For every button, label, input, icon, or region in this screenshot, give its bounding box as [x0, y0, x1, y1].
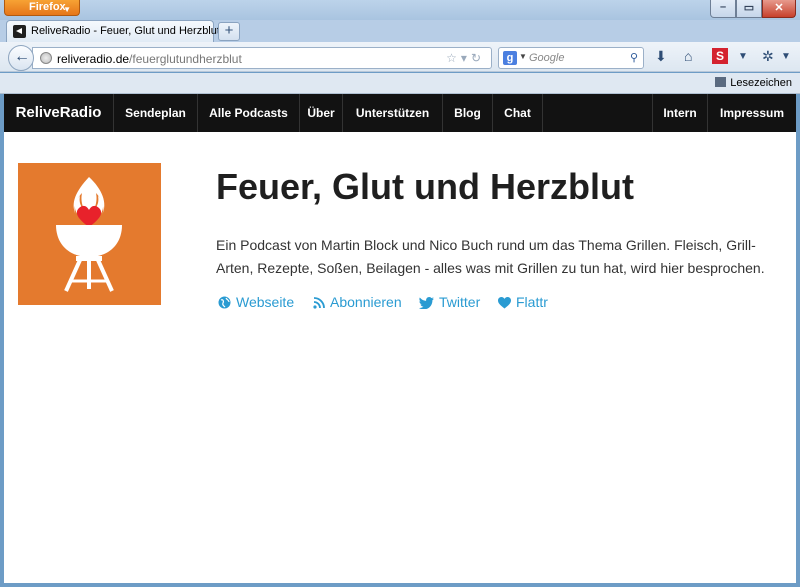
podcast-title: Feuer, Glut und Herzblut	[216, 166, 635, 207]
page-content: ReliveRadio Sendeplan Alle Podcasts Über…	[4, 94, 796, 583]
grill-heart-icon	[56, 177, 122, 292]
heart-icon	[498, 297, 511, 309]
bookmarks-button[interactable]: Lesezeichen	[715, 77, 792, 89]
search-box[interactable]: g ▼ Google ⚲	[498, 47, 644, 69]
tab-title: ReliveRadio - Feuer, Glut und Herzblut	[31, 25, 220, 37]
reliveradio-favicon-icon	[13, 25, 26, 38]
window-bottom-border	[0, 583, 800, 587]
back-button[interactable]: ←	[8, 45, 34, 71]
url-host: reliveradio.de	[57, 52, 130, 66]
nav-item-unterstuetzen[interactable]: Unterstützen	[343, 94, 443, 132]
firefox-menu-label: Firefox	[29, 1, 66, 13]
podcast-logo	[18, 163, 161, 305]
nav-brand[interactable]: ReliveRadio	[4, 94, 114, 132]
addon-dropdown-icon[interactable]: ▼	[738, 51, 748, 62]
firefox-menu-button[interactable]: Firefox ▼	[4, 0, 80, 16]
home-icon[interactable]: ⌂	[684, 48, 692, 64]
addon-s-icon[interactable]: S	[712, 48, 728, 64]
addon-bug-icon[interactable]: ✲	[762, 48, 774, 65]
history-dropdown-icon[interactable]: ▾	[461, 51, 471, 65]
bookmarks-icon	[715, 77, 727, 87]
minimize-button[interactable]: –	[710, 0, 736, 18]
search-placeholder: Google	[529, 52, 565, 64]
close-icon: ✕	[774, 2, 784, 14]
minimize-icon: –	[719, 1, 727, 13]
bookmarks-toolbar: Lesezeichen	[0, 73, 800, 94]
url-path: /feuerglutundherzblut	[129, 52, 242, 66]
tab-strip: ReliveRadio - Feuer, Glut und Herzblut +	[0, 20, 800, 42]
link-twitter[interactable]: Twitter	[419, 294, 480, 310]
nav-item-blog[interactable]: Blog	[443, 94, 493, 132]
bookmarks-label: Lesezeichen	[730, 77, 792, 89]
nav-item-ueber[interactable]: Über	[300, 94, 343, 132]
link-abonnieren[interactable]: Abonnieren	[313, 294, 402, 310]
close-window-button[interactable]: ✕	[762, 0, 796, 18]
link-twitter-label: Twitter	[439, 294, 481, 310]
menu-dropdown-icon[interactable]: ▼	[781, 51, 791, 62]
globe-icon	[218, 296, 231, 309]
downloads-icon[interactable]: ⬇	[655, 48, 667, 65]
reload-icon[interactable]: ↻	[471, 51, 485, 65]
google-engine-icon[interactable]: g	[503, 51, 517, 65]
rss-icon	[313, 297, 325, 309]
maximize-button[interactable]: ▭	[736, 0, 762, 18]
url-text: reliveradio.de/feuerglutundherzblut	[57, 52, 242, 66]
link-webseite[interactable]: Webseite	[218, 294, 294, 310]
bookmark-star-icon[interactable]: ☆	[446, 51, 461, 65]
nav-item-alle-podcasts[interactable]: Alle Podcasts	[198, 94, 300, 132]
url-actions: ☆▾↻	[446, 51, 485, 65]
url-bar[interactable]: reliveradio.de/feuerglutundherzblut ☆▾↻	[32, 47, 492, 69]
link-flattr-label: Flattr	[516, 294, 548, 310]
new-tab-button[interactable]: +	[218, 22, 240, 41]
engine-dropdown-icon[interactable]: ▼	[519, 52, 527, 61]
nav-item-impressum[interactable]: Impressum	[707, 94, 796, 132]
link-webseite-label: Webseite	[236, 294, 295, 310]
nav-item-intern[interactable]: Intern	[652, 94, 707, 132]
maximize-icon: ▭	[743, 2, 755, 14]
nav-item-chat[interactable]: Chat	[493, 94, 543, 132]
link-abonnieren-label: Abonnieren	[330, 294, 402, 310]
podcast-description: Ein Podcast von Martin Block und Nico Bu…	[216, 237, 765, 276]
search-icon[interactable]: ⚲	[630, 51, 638, 64]
window-titlebar: Firefox ▼ – ▭ ✕	[0, 0, 800, 20]
back-arrow-icon: ←	[14, 48, 30, 65]
tab-reliveradio[interactable]: ReliveRadio - Feuer, Glut und Herzblut	[6, 20, 220, 42]
twitter-icon	[419, 297, 434, 310]
site-identity-icon[interactable]	[40, 52, 52, 64]
nav-item-sendeplan[interactable]: Sendeplan	[114, 94, 198, 132]
link-flattr[interactable]: Flattr	[498, 294, 548, 310]
chevron-down-icon: ▼	[63, 5, 71, 14]
navigation-toolbar: reliveradio.de/feuerglutundherzblut ☆▾↻ …	[0, 42, 800, 72]
site-navbar: ReliveRadio Sendeplan Alle Podcasts Über…	[4, 94, 796, 132]
